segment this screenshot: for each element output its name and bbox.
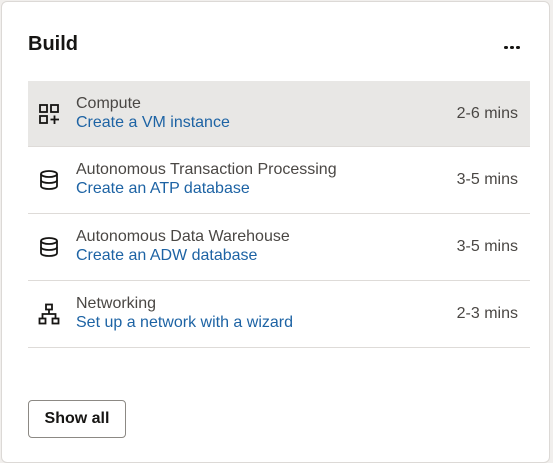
item-category: Compute <box>76 95 141 112</box>
show-all-button[interactable]: Show all <box>28 400 126 438</box>
list-item-atp[interactable]: Autonomous Transaction Processing Create… <box>28 147 530 214</box>
database-icon <box>40 170 58 190</box>
list-item-text: Compute Create a VM instance <box>76 94 230 132</box>
more-horizontal-icon <box>503 36 521 54</box>
item-action-link[interactable]: Set up a network with a wizard <box>76 313 293 332</box>
card-title: Build <box>28 33 78 55</box>
item-action-link[interactable]: Create an ATP database <box>76 179 337 198</box>
list-item-compute[interactable]: Compute Create a VM instance 2-6 mins <box>28 81 530 147</box>
item-action-link[interactable]: Create an ADW database <box>76 246 290 265</box>
list-item-adw[interactable]: Autonomous Data Warehouse Create an ADW … <box>28 214 530 281</box>
database-icon <box>40 237 58 257</box>
item-time-estimate: 2-6 mins <box>456 104 518 122</box>
list-item-text: Autonomous Data Warehouse Create an ADW … <box>76 227 290 265</box>
more-actions-button[interactable] <box>499 32 525 58</box>
item-time-estimate: 3-5 mins <box>456 171 518 188</box>
build-card: Build Compute Create a VM instance 2-6 m… <box>1 1 550 463</box>
item-category: Networking <box>76 295 157 312</box>
item-time-estimate: 3-5 mins <box>456 238 518 255</box>
build-list: Compute Create a VM instance 2-6 mins Au… <box>28 81 530 348</box>
item-category: Autonomous Transaction Processing <box>76 161 337 178</box>
item-time-estimate: 2-3 mins <box>456 305 518 322</box>
network-icon <box>38 303 60 325</box>
grid-add-icon <box>39 103 59 124</box>
list-item-text: Networking Set up a network with a wizar… <box>76 294 293 332</box>
item-action-link[interactable]: Create a VM instance <box>76 113 230 132</box>
list-item-networking[interactable]: Networking Set up a network with a wizar… <box>28 281 530 348</box>
list-item-text: Autonomous Transaction Processing Create… <box>76 160 337 198</box>
item-category: Autonomous Data Warehouse <box>76 228 290 245</box>
